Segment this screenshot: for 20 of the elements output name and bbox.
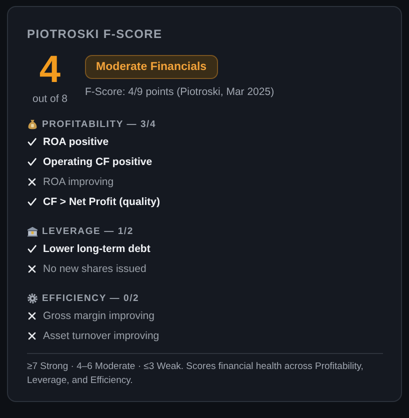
criterion-label: Operating CF positive	[43, 156, 152, 168]
score-value: 4	[39, 50, 61, 90]
criterion-label: ROA positive	[43, 136, 109, 148]
criterion-label: Gross margin improving	[43, 310, 154, 322]
rating-badge: Moderate Financials	[85, 55, 218, 79]
section-heading: LEVERAGE — 1/2	[42, 226, 134, 236]
criterion-label: No new shares issued	[43, 263, 146, 275]
criterion-label: CF > Net Profit (quality)	[43, 196, 160, 208]
section-heading: EFFICIENCY — 0/2	[42, 292, 140, 304]
score-caption: out of 8	[32, 93, 68, 105]
section-heading: PROFITABILITY — 3/4	[42, 118, 156, 130]
score-summary: F-Score: 4/9 points (Piotroski, Mar 2025)	[85, 86, 274, 98]
criterion-label: Asset turnover improving	[43, 330, 160, 342]
footnote: ≥7 Strong · 4–6 Moderate · ≤3 Weak. Scores financial health across Profitability, Leverage, and Efficiency.	[27, 360, 364, 388]
criterion-label: Lower long-term debt	[43, 243, 150, 255]
criterion-label: ROA improving	[43, 176, 114, 188]
bank-icon	[27, 226, 38, 236]
card-title: PIOTROSKI F-SCORE	[27, 26, 164, 42]
money-bag-icon	[27, 118, 38, 130]
gear-icon	[27, 292, 38, 304]
